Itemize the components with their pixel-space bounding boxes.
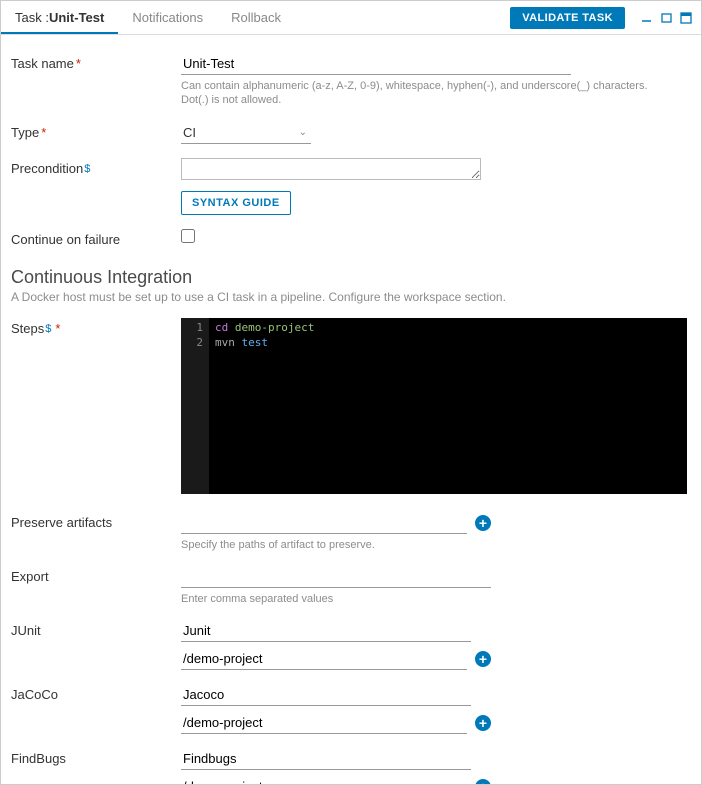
jacoco-path-input[interactable] — [181, 712, 467, 734]
header-bar: Task :Unit-Test Notifications Rollback V… — [1, 1, 701, 35]
junit-path-input[interactable] — [181, 648, 467, 670]
label-preserve-artifacts: Preserve artifacts — [11, 512, 181, 530]
label-type: Type* — [11, 122, 181, 140]
row-preserve-artifacts: Preserve artifacts + Specify the paths o… — [11, 512, 691, 552]
add-icon[interactable]: + — [475, 715, 491, 731]
bind-icon: $ — [84, 163, 90, 175]
label-task-name: Task name* — [11, 53, 181, 71]
editor-code[interactable]: cd demo-project mvn test — [209, 318, 320, 494]
precondition-input[interactable] — [181, 158, 481, 180]
preserve-artifacts-input[interactable] — [181, 512, 467, 534]
syntax-guide-button[interactable]: SYNTAX GUIDE — [181, 191, 291, 215]
label-findbugs: FindBugs — [11, 748, 181, 766]
content-body[interactable]: Task name* Can contain alphanumeric (a-z… — [1, 35, 701, 784]
label-steps: Steps$* — [11, 318, 181, 336]
tab-rollback[interactable]: Rollback — [217, 2, 295, 34]
ci-section-title: Continuous Integration — [11, 267, 691, 288]
findbugs-name-input[interactable] — [181, 748, 471, 770]
validate-task-button[interactable]: VALIDATE TASK — [510, 7, 625, 29]
row-precondition: Precondition$ SYNTAX GUIDE — [11, 158, 691, 215]
task-name-input[interactable] — [181, 53, 571, 75]
tab-active-name: Unit-Test — [49, 10, 104, 25]
junit-name-input[interactable] — [181, 620, 471, 642]
row-continue-on-failure: Continue on failure — [11, 229, 691, 247]
row-export: Export Enter comma separated values — [11, 566, 691, 606]
findbugs-path-input[interactable] — [181, 776, 467, 784]
label-junit: JUnit — [11, 620, 181, 638]
dock-icon[interactable] — [679, 11, 693, 25]
export-hint: Enter comma separated values — [181, 592, 673, 606]
tab-notifications[interactable]: Notifications — [118, 2, 217, 34]
label-precondition: Precondition$ — [11, 158, 181, 176]
preserve-artifacts-hint: Specify the paths of artifact to preserv… — [181, 538, 673, 552]
row-steps: Steps$* 1 2 cd demo-project mvn test — [11, 318, 691, 494]
add-icon[interactable]: + — [475, 779, 491, 784]
steps-editor[interactable]: 1 2 cd demo-project mvn test — [181, 318, 687, 494]
continue-on-failure-checkbox[interactable] — [181, 229, 195, 243]
add-icon[interactable]: + — [475, 651, 491, 667]
task-name-hint: Can contain alphanumeric (a-z, A-Z, 0-9)… — [181, 79, 673, 108]
bind-icon: $ — [45, 323, 51, 335]
label-continue-on-failure: Continue on failure — [11, 229, 181, 247]
tab-prefix: Task : — [15, 10, 49, 25]
row-findbugs: FindBugs + — [11, 748, 691, 784]
type-select[interactable]: CI ⌄ — [181, 122, 311, 144]
export-input[interactable] — [181, 566, 491, 588]
row-junit: JUnit + — [11, 620, 691, 670]
label-jacoco: JaCoCo — [11, 684, 181, 702]
editor-gutter: 1 2 — [181, 318, 209, 494]
minimize-icon[interactable] — [639, 11, 653, 25]
chevron-down-icon: ⌄ — [299, 127, 307, 138]
row-task-name: Task name* Can contain alphanumeric (a-z… — [11, 53, 691, 108]
label-export: Export — [11, 566, 181, 584]
type-value: CI — [183, 125, 196, 140]
maximize-icon[interactable] — [659, 11, 673, 25]
jacoco-name-input[interactable] — [181, 684, 471, 706]
add-icon[interactable]: + — [475, 515, 491, 531]
tab-task[interactable]: Task :Unit-Test — [1, 2, 118, 34]
row-type: Type* CI ⌄ — [11, 122, 691, 144]
ci-section-hint: A Docker host must be set up to use a CI… — [11, 290, 691, 304]
tab-list: Task :Unit-Test Notifications Rollback — [1, 2, 510, 34]
row-jacoco: JaCoCo + — [11, 684, 691, 734]
